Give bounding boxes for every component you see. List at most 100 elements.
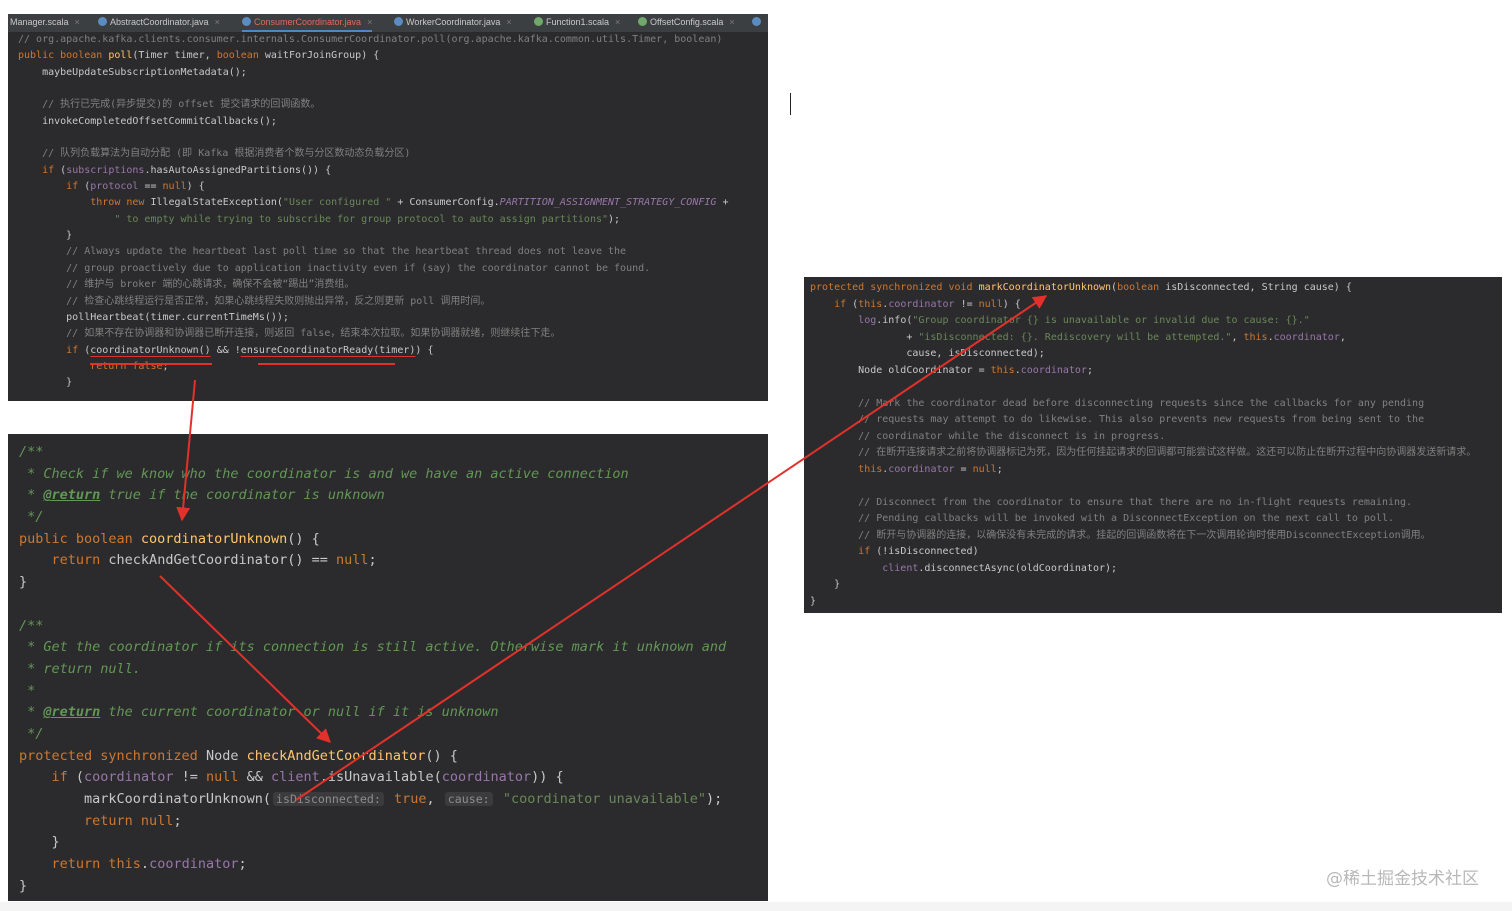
code-token: , [1339, 331, 1346, 343]
code-token: null [162, 181, 187, 193]
code-line: // 执行已完成(异步提交)的 offset 提交请求的回调函数。 [8, 97, 768, 113]
code-token: boolean [1117, 282, 1166, 293]
code-token: maybeUpdateSubscriptionMetadata(); [18, 66, 247, 78]
code-line: * [8, 681, 768, 703]
tab-offset-config-scala[interactable]: OffsetConfig.scala × [638, 14, 735, 32]
close-icon[interactable]: × [367, 17, 372, 27]
code-token: public boolean [19, 530, 141, 547]
close-icon[interactable]: × [75, 17, 80, 27]
code-line: // Disconnect from the coordinator to en… [804, 495, 1502, 512]
code-area[interactable]: // org.apache.kafka.clients.consumer.int… [8, 32, 768, 392]
tab-worker-coordinator[interactable]: WorkerCoordinator.java × [394, 14, 512, 32]
code-token: if [66, 181, 85, 193]
code-editor-mark-coordinator-unknown[interactable]: protected synchronized void markCoordina… [804, 277, 1502, 613]
code-line: // 维护与 broker 端的心跳请求，确保不会被“踢出”消费组。 [8, 277, 768, 293]
code-token: null [972, 463, 997, 475]
code-token: coordinator [888, 298, 955, 310]
code-line: return null; [8, 811, 768, 833]
code-token: ensureCoordinatorReady(timer) [240, 344, 416, 356]
code-token: // 维护与 broker 端的心跳请求，确保不会被“踢出”消费组。 [18, 279, 355, 291]
code-token: != [173, 769, 206, 786]
scala-file-icon [534, 17, 543, 26]
code-line: public boolean poll(Timer timer, boolean… [8, 48, 768, 64]
code-line: * @return the current coordinator or nul… [8, 702, 768, 724]
tab-overflow[interactable] [752, 14, 764, 32]
code-token: client [271, 769, 320, 786]
tab-consumer-coordinator[interactable]: ConsumerCoordinator.java × [242, 14, 373, 32]
code-line: */ [8, 724, 768, 746]
code-token: . [140, 856, 150, 873]
code-token: @return [43, 487, 101, 504]
code-token: } [810, 579, 841, 590]
code-token: return null [84, 812, 174, 829]
tab-function1-scala[interactable]: Function1.scala × [534, 14, 620, 32]
code-area[interactable]: protected synchronized void markCoordina… [804, 280, 1502, 610]
code-editor-consumer-poll[interactable]: Manager.scala × AbstractCoordinator.java ×… [8, 14, 768, 401]
code-token: client [882, 562, 919, 574]
code-token: waitForJoinGroup) { [264, 50, 380, 62]
code-line: } [8, 832, 768, 854]
code-token: // Pending callbacks will be invoked wit… [810, 513, 1394, 524]
code-token: this [990, 364, 1015, 376]
code-token: IllegalStateException( [150, 197, 283, 209]
code-token: "coordinator unavailable" [502, 791, 707, 807]
code-token: ); [706, 791, 723, 807]
code-token: ; [173, 812, 182, 829]
code-line: } [804, 594, 1502, 611]
code-token: + [810, 331, 919, 343]
code-token: != [954, 298, 979, 310]
bottom-strip [0, 902, 1512, 911]
code-token: coordinator [1020, 364, 1087, 376]
code-token: if [834, 298, 853, 310]
code-line: // Pending callbacks will be invoked wit… [804, 511, 1502, 528]
code-token: * [19, 704, 44, 721]
close-icon[interactable]: × [615, 17, 620, 27]
code-token: * return null. [19, 660, 141, 677]
code-line: maybeUpdateSubscriptionMetadata(); [8, 65, 768, 81]
code-token: poll [108, 50, 133, 62]
code-token: isDisconnected, String cause) { [1165, 282, 1352, 293]
code-line: // 检查心跳线程运行是否正常，如果心跳线程失败则抛出异常，反之则更新 poll… [8, 294, 768, 310]
code-line: } [8, 375, 768, 391]
code-token: // 执行已完成(异步提交)的 offset 提交请求的回调函数。 [18, 99, 321, 111]
code-token: /** [19, 617, 44, 634]
code-token: .isUnavailable( [319, 769, 442, 786]
code-token: // 队列负载算法为自动分配 (即 Kafka 根据消费者个数与分区数动态负载分… [18, 148, 411, 160]
code-token: true if the coordinator is unknown [100, 487, 385, 504]
tab-abstract-coordinator[interactable]: AbstractCoordinator.java × [98, 14, 220, 32]
code-area[interactable]: /** * Check if we know who the coordinat… [8, 442, 768, 897]
code-token: // Always update the heartbeat last poll… [18, 246, 627, 258]
tab-label: Function1.scala [546, 17, 610, 27]
code-token: // 在断开连接请求之前将协调器标记为死，因为任何挂起请求的回调都可能尝试这样做… [810, 447, 1477, 458]
code-line: } [804, 577, 1502, 594]
code-line: invokeCompletedOffsetCommitCallbacks(); [8, 114, 768, 130]
code-token: coordinator [84, 769, 174, 786]
code-line: * Get the coordinator if its connection … [8, 637, 768, 659]
code-token: coordinatorUnknown [140, 530, 288, 547]
code-token: // requests may attempt to do likewise. … [810, 414, 1425, 425]
code-line: // Mark the coordinator dead before disc… [804, 396, 1502, 413]
close-icon[interactable]: × [215, 17, 220, 27]
code-line: return this.coordinator; [8, 854, 768, 876]
code-token: () { [287, 530, 320, 547]
code-token: protocol [90, 181, 139, 193]
tab-manager-scala[interactable]: Manager.scala × [10, 14, 80, 32]
code-editor-coordinator-unknown[interactable]: /** * Check if we know who the coordinat… [8, 434, 768, 901]
code-line: return false; [8, 359, 768, 375]
code-line: protected synchronized Node checkAndGetC… [8, 746, 768, 768]
code-token: true [393, 791, 427, 807]
code-token: // group proactively due to application … [18, 262, 651, 274]
code-token: * [19, 682, 36, 699]
close-icon[interactable]: × [729, 17, 734, 27]
close-icon[interactable]: × [506, 17, 511, 27]
code-token: protected synchronized void [810, 282, 979, 293]
